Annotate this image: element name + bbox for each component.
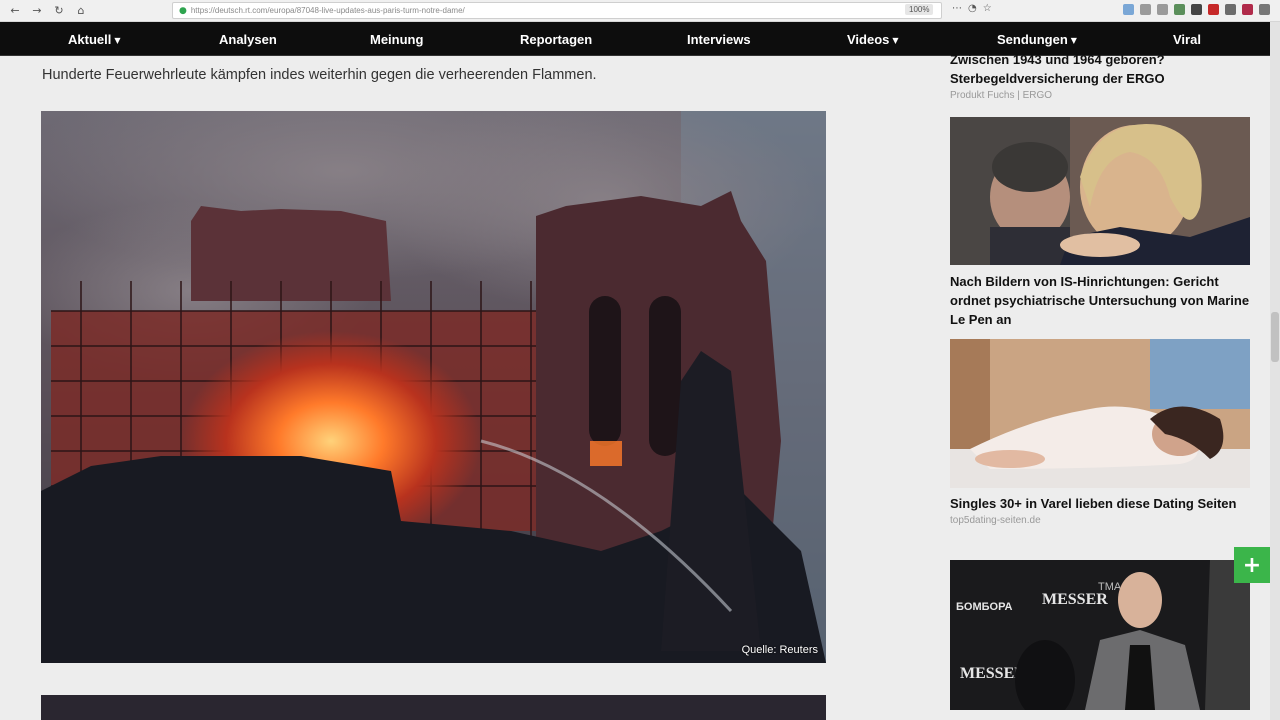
nav-item-viral[interactable]: Viral (1173, 32, 1201, 47)
sidebar-item-source: top5dating-seiten.de (950, 515, 1041, 526)
extension-icon[interactable] (1208, 4, 1219, 15)
sidebar-item-source: Produkt Fuchs | ERGO (950, 90, 1053, 101)
extension-icon[interactable] (1225, 4, 1236, 15)
reader-icon[interactable]: ⋯ (952, 3, 962, 14)
article-photo: Quelle: Reuters (41, 111, 826, 663)
sidebar-item-title[interactable]: Nach Bildern von IS-Hinrichtungen: Geric… (950, 272, 1250, 329)
woman-portrait-image (950, 117, 1250, 265)
nav-item-reportagen[interactable]: Reportagen (520, 32, 592, 47)
sidebar-thumbnail[interactable] (950, 117, 1250, 265)
zoom-level[interactable]: 100% (905, 4, 934, 15)
nav-label: Interviews (687, 32, 751, 47)
scrollbar-thumb[interactable] (1271, 312, 1279, 362)
nav-item-videos[interactable]: Videos ▼ (847, 32, 899, 47)
banner-text: БОМБОРА (956, 601, 1012, 613)
notre-dame-fire-image (41, 111, 826, 663)
back-icon[interactable]: ← (8, 4, 22, 18)
next-article-photo (41, 695, 826, 720)
extension-icon[interactable] (1174, 4, 1185, 15)
article-lead-text: Hunderte Feuerwehrleute kämpfen indes we… (42, 67, 597, 83)
nav-label: Viral (1173, 32, 1201, 47)
library-icon[interactable] (1140, 4, 1151, 15)
nav-label: Reportagen (520, 32, 593, 47)
nav-label: Videos (847, 32, 890, 47)
caret-down-icon: ▼ (892, 36, 899, 46)
reload-icon[interactable]: ↻ (52, 4, 66, 18)
caret-down-icon: ▼ (114, 36, 121, 46)
banner-text: TMA (1098, 581, 1122, 593)
add-button[interactable]: + (1234, 547, 1270, 583)
sidebar-item[interactable]: Nach Bildern von IS-Hinrichtungen: Geric… (950, 272, 1250, 329)
caret-down-icon: ▼ (1070, 36, 1077, 46)
sidebar-icon[interactable] (1157, 4, 1168, 15)
interview-photo-image: БОМБОРА MESSER MESSER TMA (950, 560, 1250, 710)
sidebar-thumbnail[interactable] (950, 339, 1250, 488)
nav-item-interviews[interactable]: Interviews (687, 32, 751, 47)
nav-label: Analysen (219, 32, 277, 47)
photo-credit: Quelle: Reuters (741, 644, 818, 656)
nav-label: Meinung (370, 32, 424, 47)
page-scrollbar[interactable] (1270, 22, 1280, 720)
lock-icon: ● (179, 5, 187, 16)
nav-label: Aktuell (68, 32, 112, 47)
home-icon[interactable]: ⌂ (74, 4, 88, 18)
sidebar-item-title[interactable]: Singles 30+ in Varel lieben diese Dating… (950, 494, 1250, 513)
nav-item-analysen[interactable]: Analysen (219, 32, 277, 47)
address-bar[interactable]: ● https://deutsch.rt.com/europa/87048-li… (172, 2, 942, 19)
extension-icon[interactable] (1242, 4, 1253, 15)
bookmark-star-icon[interactable]: ☆ (983, 3, 992, 14)
sidebar-item[interactable]: Zwischen 1943 und 1964 geboren? Sterbege… (950, 50, 1250, 101)
banner-text: MESSER (1042, 591, 1108, 608)
extension-icon[interactable] (1191, 4, 1202, 15)
nav-item-sendungen[interactable]: Sendungen ▼ (997, 32, 1077, 47)
nav-item-aktuell[interactable]: Aktuell ▼ (68, 32, 121, 47)
url-text: https://deutsch.rt.com/europa/87048-live… (190, 6, 465, 15)
menu-icon[interactable] (1259, 4, 1270, 15)
forward-icon[interactable]: → (30, 4, 44, 18)
download-icon[interactable] (1123, 4, 1134, 15)
browser-toolbar: ← → ↻ ⌂ ● https://deutsch.rt.com/europa/… (0, 0, 1280, 22)
nav-label: Sendungen (997, 32, 1068, 47)
nav-item-meinung[interactable]: Meinung (370, 32, 423, 47)
sidebar-item-title[interactable]: Zwischen 1943 und 1964 geboren? Sterbege… (950, 50, 1250, 88)
woman-lying-image (950, 339, 1250, 488)
sidebar-item[interactable]: Singles 30+ in Varel lieben diese Dating… (950, 494, 1250, 526)
sidebar-thumbnail[interactable]: БОМБОРА MESSER MESSER TMA (950, 560, 1250, 710)
pocket-icon[interactable]: ◔ (968, 3, 977, 14)
